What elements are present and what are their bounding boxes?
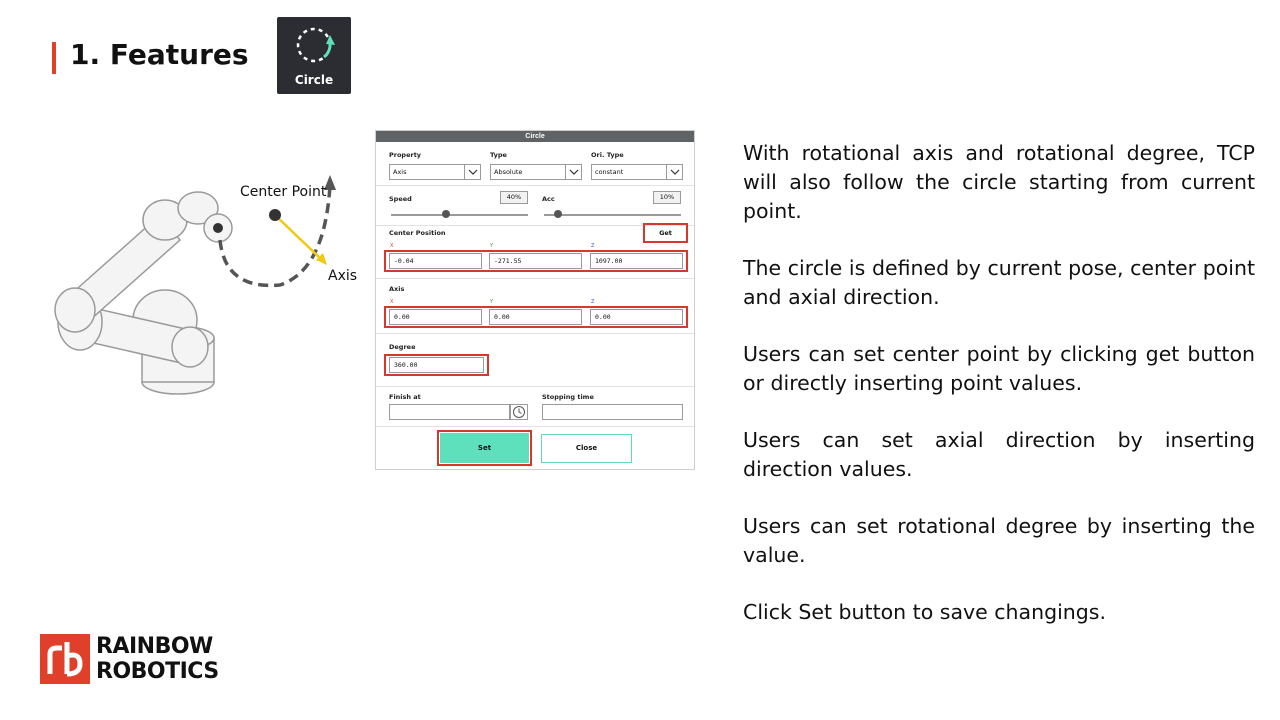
acc-slider-track[interactable]	[544, 214, 681, 216]
center-x-label: X	[390, 243, 394, 249]
finish-at-input[interactable]	[389, 404, 510, 420]
finish-at-label: Finish at	[389, 393, 421, 401]
speed-acc-section: Speed 40% Acc 10%	[376, 186, 694, 226]
set-button[interactable]: Set	[440, 433, 529, 463]
circle-icon	[296, 27, 335, 63]
type-value: Absolute	[494, 168, 523, 176]
axis-section-label: Axis	[389, 285, 405, 293]
slide-title: 1. Features	[70, 38, 249, 71]
speed-slider-knob[interactable]	[441, 210, 450, 218]
axis-x-label: X	[390, 299, 394, 305]
description-paragraph-4: Users can set axial direction by inserti…	[743, 428, 1255, 481]
ori-type-select[interactable]: constant	[591, 164, 683, 180]
timing-section: Finish at Stopping time	[376, 387, 694, 427]
center-y-input[interactable]: -271.55	[489, 253, 582, 269]
circle-dialog: Circle Property Type Ori. Type Axis Abso…	[375, 130, 695, 470]
get-button[interactable]: Get	[646, 226, 685, 240]
acc-slider-knob[interactable]	[553, 210, 562, 218]
logo-line-2: ROBOTICS	[96, 659, 219, 684]
center-point-label: Center Point	[240, 184, 327, 200]
property-select[interactable]: Axis	[389, 164, 481, 180]
axis-section: Axis X Y Z 0.00 0.00 0.00	[376, 279, 694, 334]
circle-feature-tile: Circle	[277, 17, 351, 94]
robot-illustration: Center Point Axis	[40, 170, 360, 430]
chevron-down-icon	[565, 165, 581, 179]
speed-slider-track[interactable]	[391, 214, 528, 216]
axis-label: Axis	[328, 268, 358, 284]
axis-y-input[interactable]: 0.00	[489, 309, 582, 325]
stopping-time-input[interactable]	[542, 404, 683, 420]
description-paragraph-2: The circle is defined by current pose, c…	[743, 256, 1255, 309]
title-accent-bar	[52, 42, 56, 74]
axis-x-input[interactable]: 0.00	[389, 309, 482, 325]
stopping-time-label: Stopping time	[542, 393, 594, 401]
degree-section: Degree 360.00	[376, 334, 694, 387]
speed-label: Speed	[389, 195, 412, 203]
motion-type-section: Property Type Ori. Type Axis Absolute co…	[376, 142, 694, 186]
close-button[interactable]: Close	[541, 434, 632, 463]
degree-input[interactable]: 360.00	[389, 357, 484, 373]
axis-y-label: Y	[490, 299, 494, 305]
ori-type-value: constant	[595, 168, 624, 176]
type-select[interactable]: Absolute	[490, 164, 582, 180]
property-label: Property	[389, 151, 422, 159]
degree-label: Degree	[389, 343, 416, 351]
logo-wordmark: RAINBOW ROBOTICS	[96, 634, 219, 684]
property-value: Axis	[393, 168, 407, 176]
acc-value: 10%	[653, 191, 681, 204]
chevron-down-icon	[464, 165, 480, 179]
ori-type-label: Ori. Type	[591, 151, 624, 159]
dialog-title: Circle	[376, 131, 694, 142]
acc-label: Acc	[542, 195, 555, 203]
circle-path-diagram	[218, 175, 336, 288]
speed-value: 40%	[500, 191, 528, 204]
chevron-down-icon	[666, 165, 682, 179]
logo-line-1: RAINBOW	[96, 634, 213, 659]
axis-z-label: Z	[591, 299, 595, 305]
center-y-label: Y	[490, 243, 494, 249]
description-paragraph-1: With rotational axis and rotational degr…	[743, 141, 1255, 223]
center-x-input[interactable]: -0.04	[389, 253, 482, 269]
description-paragraph-6: Click Set button to save changings.	[743, 600, 1107, 624]
clock-icon[interactable]	[510, 404, 528, 420]
center-z-label: Z	[591, 243, 595, 249]
circle-tile-label: Circle	[294, 73, 334, 87]
center-position-section: Center Position Get X Y Z -0.04 -271.55 …	[376, 223, 694, 279]
axis-z-input[interactable]: 0.00	[590, 309, 683, 325]
center-position-label: Center Position	[389, 229, 446, 237]
description-paragraph-3: Users can set center point by clicking g…	[743, 342, 1255, 395]
description-paragraph-5: Users can set rotational degree by inser…	[743, 514, 1255, 567]
center-z-input[interactable]: 1097.00	[590, 253, 683, 269]
type-label: Type	[490, 151, 507, 159]
rb-logo-mark	[40, 634, 90, 684]
